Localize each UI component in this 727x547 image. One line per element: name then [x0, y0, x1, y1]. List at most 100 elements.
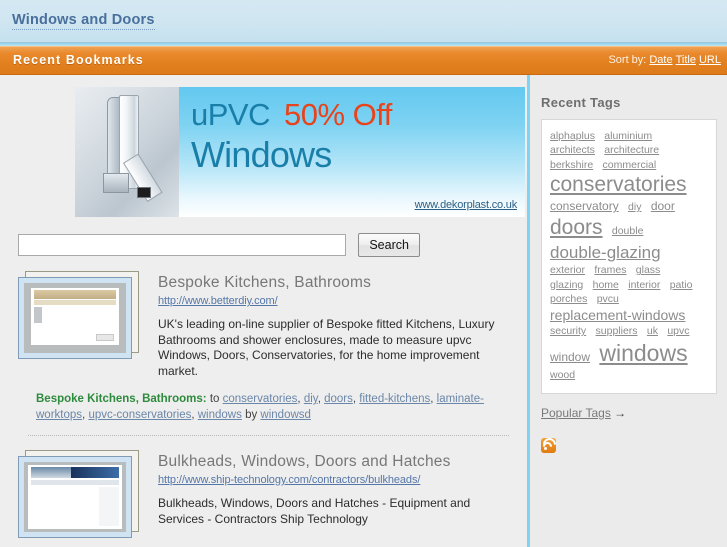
sidebar-tag-aluminium[interactable]: aluminium	[604, 130, 652, 143]
sidebar-tag-porches[interactable]: porches	[550, 293, 587, 306]
arrow-right-icon: →	[614, 405, 627, 420]
bookmark-thumbnail-link[interactable]	[18, 271, 140, 359]
bookmark-title-link[interactable]: Bulkheads, Windows, Doors and Hatches	[158, 453, 451, 470]
thumbnail-frame	[18, 456, 132, 538]
search-form: Search	[18, 233, 420, 257]
bookmark-tag[interactable]: upvc-conservatories	[88, 409, 191, 421]
popular-tags-row: Popular Tags →	[541, 406, 727, 420]
banner-offer-word: 50% Off	[283, 97, 392, 132]
bookmark-title-link[interactable]: Bespoke Kitchens, Bathrooms	[158, 274, 371, 291]
sidebar-tag-double-glazing[interactable]: double-glazing	[550, 242, 661, 264]
sidebar-tag-glass[interactable]: glass	[636, 264, 661, 277]
search-button[interactable]: Search	[358, 233, 420, 257]
window-profile-graphic	[97, 95, 163, 203]
bookmark-list: Bespoke Kitchens, Bathrooms http://www.b…	[0, 271, 527, 547]
page-body: uPVC 50% Off Windows www.dekorplast.co.uk…	[0, 75, 727, 547]
thumbnail-page-mock	[31, 288, 119, 345]
sort-controls: Sort by: Date Title URL	[608, 54, 721, 66]
thumbnail-mock-sidebar	[34, 307, 54, 341]
sidebar-tag-wood[interactable]: wood	[550, 369, 575, 382]
sidebar-tag-doors[interactable]: doors	[550, 215, 603, 242]
sidebar-tag-windows[interactable]: windows	[599, 339, 687, 368]
sidebar-tag-frames[interactable]: frames	[594, 264, 626, 277]
thumbnail-mock-nav	[34, 300, 116, 305]
meta-to-label: to	[209, 393, 220, 405]
sidebar-tag-upvc[interactable]: upvc	[667, 325, 689, 338]
sidebar-tag-architects[interactable]: architects	[550, 144, 595, 157]
bookmark-details: Bespoke Kitchens, Bathrooms http://www.b…	[158, 271, 517, 379]
thumbnail-mock-sidebar	[31, 487, 47, 526]
sidebar-tag-diy[interactable]: diy	[628, 201, 641, 214]
rss-arc-outer	[540, 435, 559, 454]
bookmark-tag[interactable]: diy	[304, 393, 318, 405]
advertisement-banner[interactable]: uPVC 50% Off Windows www.dekorplast.co.uk	[75, 87, 525, 217]
sidebar-tag-architecture[interactable]: architecture	[604, 144, 659, 157]
bookmark-description: UK's leading on-line supplier of Bespoke…	[158, 317, 495, 378]
sidebar-tag-pvcu[interactable]: pvcu	[597, 293, 619, 306]
site-title-link[interactable]: Windows and Doors	[12, 12, 155, 30]
bookmark-url-link[interactable]: http://www.ship-technology.com/contracto…	[158, 474, 517, 486]
sidebar-tag-commercial[interactable]: commercial	[603, 159, 657, 172]
sidebar-tag-double[interactable]: double	[612, 225, 644, 238]
bookmark-url-link[interactable]: http://www.betterdiy.com/	[158, 295, 517, 307]
sidebar-tag-glazing[interactable]: glazing	[550, 279, 583, 292]
sidebar-tag-home[interactable]: home	[593, 279, 619, 292]
main-content-column: uPVC 50% Off Windows www.dekorplast.co.uk…	[0, 75, 527, 547]
sidebar-tag-window[interactable]: window	[550, 350, 590, 365]
sidebar-tag-berkshire[interactable]: berkshire	[550, 159, 593, 172]
tag-cloud: alphaplus aluminium architects architect…	[541, 119, 717, 394]
window-profile-image	[75, 87, 179, 217]
rss-feed-icon[interactable]	[540, 435, 559, 454]
sort-by-title[interactable]: Title	[676, 54, 696, 66]
thumbnail-mock-header	[34, 290, 116, 299]
bookmark-divider	[28, 435, 509, 436]
thumbnail-image	[24, 283, 126, 353]
sort-label: Sort by:	[608, 54, 647, 66]
thumbnail-mock-footer	[96, 334, 114, 341]
banner-headline-line2: Windows	[191, 134, 332, 175]
section-title: Recent Bookmarks	[13, 53, 144, 67]
sidebar-tag-patio[interactable]: patio	[670, 279, 693, 292]
bookmark-item: Bulkheads, Windows, Doors and Hatches ht…	[0, 450, 527, 547]
window-frame-base	[103, 173, 129, 193]
sidebar: Recent Tags alphaplus aluminium architec…	[527, 75, 727, 547]
sidebar-tag-alphaplus[interactable]: alphaplus	[550, 130, 595, 143]
meta-by-label: by	[245, 409, 258, 421]
thumbnail-page-mock	[28, 465, 122, 529]
sidebar-tag-exterior[interactable]: exterior	[550, 264, 585, 277]
bookmark-item: Bespoke Kitchens, Bathrooms http://www.b…	[0, 271, 527, 436]
bookmark-description: Bulkheads, Windows, Doors and Hatches - …	[158, 496, 471, 526]
bookmark-tag[interactable]: windows	[198, 409, 242, 421]
sidebar-tag-conservatory[interactable]: conservatory	[550, 199, 619, 214]
sidebar-tag-conservatories[interactable]: conservatories	[550, 172, 687, 199]
sidebar-tag-uk[interactable]: uk	[647, 325, 658, 338]
bookmark-tag[interactable]: conservatories	[223, 393, 298, 405]
sidebar-tag-door[interactable]: door	[651, 199, 675, 214]
thumbnail-mock-button	[40, 307, 42, 323]
sidebar-tag-security[interactable]: security	[550, 325, 586, 338]
section-toolbar: Recent Bookmarks Sort by: Date Title URL	[0, 46, 727, 75]
sort-by-date[interactable]: Date	[649, 54, 672, 66]
thumbnail-frame	[18, 277, 132, 359]
bookmark-tag[interactable]: doors	[324, 393, 353, 405]
popular-tags-link[interactable]: Popular Tags	[541, 406, 611, 420]
banner-headline-line1: uPVC 50% Off	[191, 97, 392, 132]
search-input[interactable]	[18, 234, 346, 256]
thumbnail-mock-nav	[31, 480, 119, 485]
bookmark-thumbnail-link[interactable]	[18, 450, 140, 538]
sidebar-tag-replacement-windows[interactable]: replacement-windows	[550, 307, 685, 325]
sort-by-url[interactable]: URL	[699, 54, 721, 66]
bookmark-details: Bulkheads, Windows, Doors and Hatches ht…	[158, 450, 517, 527]
bookmark-tag[interactable]: fitted-kitchens	[359, 393, 430, 405]
banner-url: www.dekorplast.co.uk	[414, 199, 518, 211]
thumbnail-mock-banner	[71, 467, 119, 478]
sidebar-tag-interior[interactable]: interior	[628, 279, 660, 292]
sidebar-heading: Recent Tags	[541, 95, 621, 110]
bookmark-user-link[interactable]: windowsd	[260, 409, 311, 421]
thumbnail-mock-main	[49, 487, 98, 526]
meta-bookmark-title: Bespoke Kitchens, Bathrooms:	[36, 393, 207, 405]
banner-product-word: uPVC	[191, 97, 270, 132]
sidebar-tag-suppliers[interactable]: suppliers	[596, 325, 638, 338]
site-header: Windows and Doors	[0, 0, 727, 43]
bookmark-tag-meta: Bespoke Kitchens, Bathrooms: to conserva…	[36, 393, 484, 421]
